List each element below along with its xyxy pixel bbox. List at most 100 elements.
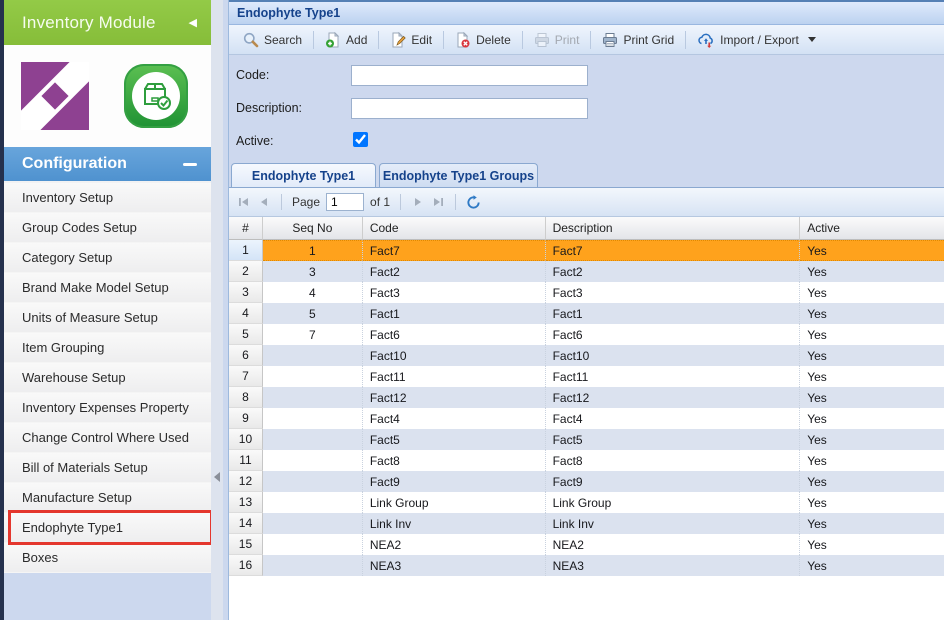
cell-seq-no <box>263 492 363 513</box>
sidebar-item-category-setup[interactable]: Category Setup <box>4 243 211 273</box>
sidebar-item-inventory-setup[interactable]: Inventory Setup <box>4 183 211 213</box>
table-row[interactable]: 23Fact2Fact2Yes <box>229 261 944 282</box>
sidebar-item-boxes[interactable]: Boxes <box>4 543 211 573</box>
column-header-code[interactable]: Code <box>363 217 546 240</box>
sidebar-item-bill-of-materials-setup[interactable]: Bill of Materials Setup <box>4 453 211 483</box>
cell-seq-no <box>263 387 363 408</box>
sidebar-item-warehouse-setup[interactable]: Warehouse Setup <box>4 363 211 393</box>
cell-code: Fact9 <box>363 471 546 492</box>
splitter-collapse-icon[interactable] <box>214 472 220 482</box>
pager-separator <box>281 194 282 210</box>
sidebar-items: Inventory SetupGroup Codes SetupCategory… <box>4 181 211 573</box>
table-row[interactable]: 7Fact11Fact11Yes <box>229 366 944 387</box>
sidebar-item-group-codes-setup[interactable]: Group Codes Setup <box>4 213 211 243</box>
sidebar-item-manufacture-setup[interactable]: Manufacture Setup <box>4 483 211 513</box>
cell-seq-no <box>263 513 363 534</box>
refresh-button[interactable] <box>466 195 481 210</box>
panel-splitter[interactable] <box>211 0 223 620</box>
cell-description: Fact1 <box>546 303 801 324</box>
table-row[interactable]: 6Fact10Fact10Yes <box>229 345 944 366</box>
configuration-title: Configuration <box>22 155 127 173</box>
column-header-seq-no[interactable]: Seq No <box>263 217 363 240</box>
row-number-cell: 14 <box>229 513 263 534</box>
description-field[interactable] <box>351 98 588 119</box>
cell-description: NEA2 <box>546 534 801 555</box>
table-row[interactable]: 16NEA3NEA3Yes <box>229 555 944 576</box>
delete-button[interactable]: Delete <box>447 29 519 51</box>
active-checkbox[interactable] <box>353 132 368 147</box>
edit-form: Code: Description: Active: <box>229 55 944 161</box>
cell-description: Fact3 <box>546 282 801 303</box>
table-row[interactable]: 10Fact5Fact5Yes <box>229 429 944 450</box>
cell-code: Fact3 <box>363 282 546 303</box>
row-number-cell: 16 <box>229 555 263 576</box>
cell-active: Yes <box>800 450 944 471</box>
delete-label: Delete <box>476 33 511 47</box>
table-row[interactable]: 34Fact3Fact3Yes <box>229 282 944 303</box>
tab-endophyte-type1[interactable]: Endophyte Type1 <box>231 163 376 187</box>
cell-seq-no: 5 <box>263 303 363 324</box>
table-row[interactable]: 11Fact8Fact8Yes <box>229 450 944 471</box>
table-row[interactable]: 11Fact7Fact7Yes <box>229 240 944 261</box>
search-icon <box>243 32 259 48</box>
row-number-cell: 13 <box>229 492 263 513</box>
edit-button[interactable]: Edit <box>382 29 440 51</box>
next-page-button[interactable] <box>411 195 425 209</box>
page-number-input[interactable] <box>326 193 364 211</box>
import-export-button[interactable]: Import / Export <box>689 29 824 51</box>
cell-description: Fact11 <box>546 366 801 387</box>
cell-seq-no: 4 <box>263 282 363 303</box>
sidebar-item-change-control-where-used[interactable]: Change Control Where Used <box>4 423 211 453</box>
print-grid-label: Print Grid <box>623 33 674 47</box>
edit-label: Edit <box>411 33 432 47</box>
table-row[interactable]: 12Fact9Fact9Yes <box>229 471 944 492</box>
cell-description: Fact9 <box>546 471 801 492</box>
table-row[interactable]: 45Fact1Fact1Yes <box>229 303 944 324</box>
table-row[interactable]: 15NEA2NEA2Yes <box>229 534 944 555</box>
prev-page-icon <box>257 195 271 209</box>
pager-separator <box>455 194 456 210</box>
cell-seq-no <box>263 450 363 471</box>
description-label: Description: <box>236 101 302 115</box>
sidebar-item-item-grouping[interactable]: Item Grouping <box>4 333 211 363</box>
row-number-cell: 10 <box>229 429 263 450</box>
first-page-icon <box>237 195 251 209</box>
cell-seq-no <box>263 429 363 450</box>
last-page-button[interactable] <box>431 195 445 209</box>
table-row[interactable]: 57Fact6Fact6Yes <box>229 324 944 345</box>
table-row[interactable]: 9Fact4Fact4Yes <box>229 408 944 429</box>
cell-active: Yes <box>800 534 944 555</box>
add-button[interactable]: Add <box>317 29 375 51</box>
row-number-cell: 3 <box>229 282 263 303</box>
print-grid-button[interactable]: Print Grid <box>594 29 682 51</box>
sidebar-item-units-of-measure-setup[interactable]: Units of Measure Setup <box>4 303 211 333</box>
print-button[interactable]: Print <box>526 29 588 51</box>
sidebar-item-endophyte-type1[interactable]: Endophyte Type1 <box>4 513 211 543</box>
inventory-app-icon <box>124 64 188 128</box>
table-row[interactable]: 13Link GroupLink GroupYes <box>229 492 944 513</box>
tab-endophyte-type1-groups[interactable]: Endophyte Type1 Groups <box>379 163 538 187</box>
collapse-panel-icon[interactable]: ◀ <box>189 16 197 29</box>
table-row[interactable]: 8Fact12Fact12Yes <box>229 387 944 408</box>
collapse-section-icon[interactable] <box>183 163 197 166</box>
grid-body: 11Fact7Fact7Yes23Fact2Fact2Yes34Fact3Fac… <box>229 240 944 576</box>
search-button[interactable]: Search <box>235 29 310 51</box>
sidebar-item-brand-make-model-setup[interactable]: Brand Make Model Setup <box>4 273 211 303</box>
add-label: Add <box>346 33 367 47</box>
prev-page-button[interactable] <box>257 195 271 209</box>
column-header-row-number[interactable]: # <box>229 217 263 240</box>
code-field[interactable] <box>351 65 588 86</box>
table-row[interactable]: 14Link InvLink InvYes <box>229 513 944 534</box>
column-header-active[interactable]: Active <box>800 217 944 240</box>
row-number-cell: 8 <box>229 387 263 408</box>
first-page-button[interactable] <box>237 195 251 209</box>
module-header: Inventory Module ◀ <box>4 0 211 45</box>
cell-active: Yes <box>800 366 944 387</box>
row-number-cell: 2 <box>229 261 263 282</box>
cell-seq-no <box>263 534 363 555</box>
grid-header: #Seq NoCodeDescriptionActive <box>229 217 944 240</box>
cell-seq-no <box>263 555 363 576</box>
column-header-description[interactable]: Description <box>546 217 801 240</box>
sidebar-item-inventory-expenses-property[interactable]: Inventory Expenses Property <box>4 393 211 423</box>
cell-code: NEA3 <box>363 555 546 576</box>
